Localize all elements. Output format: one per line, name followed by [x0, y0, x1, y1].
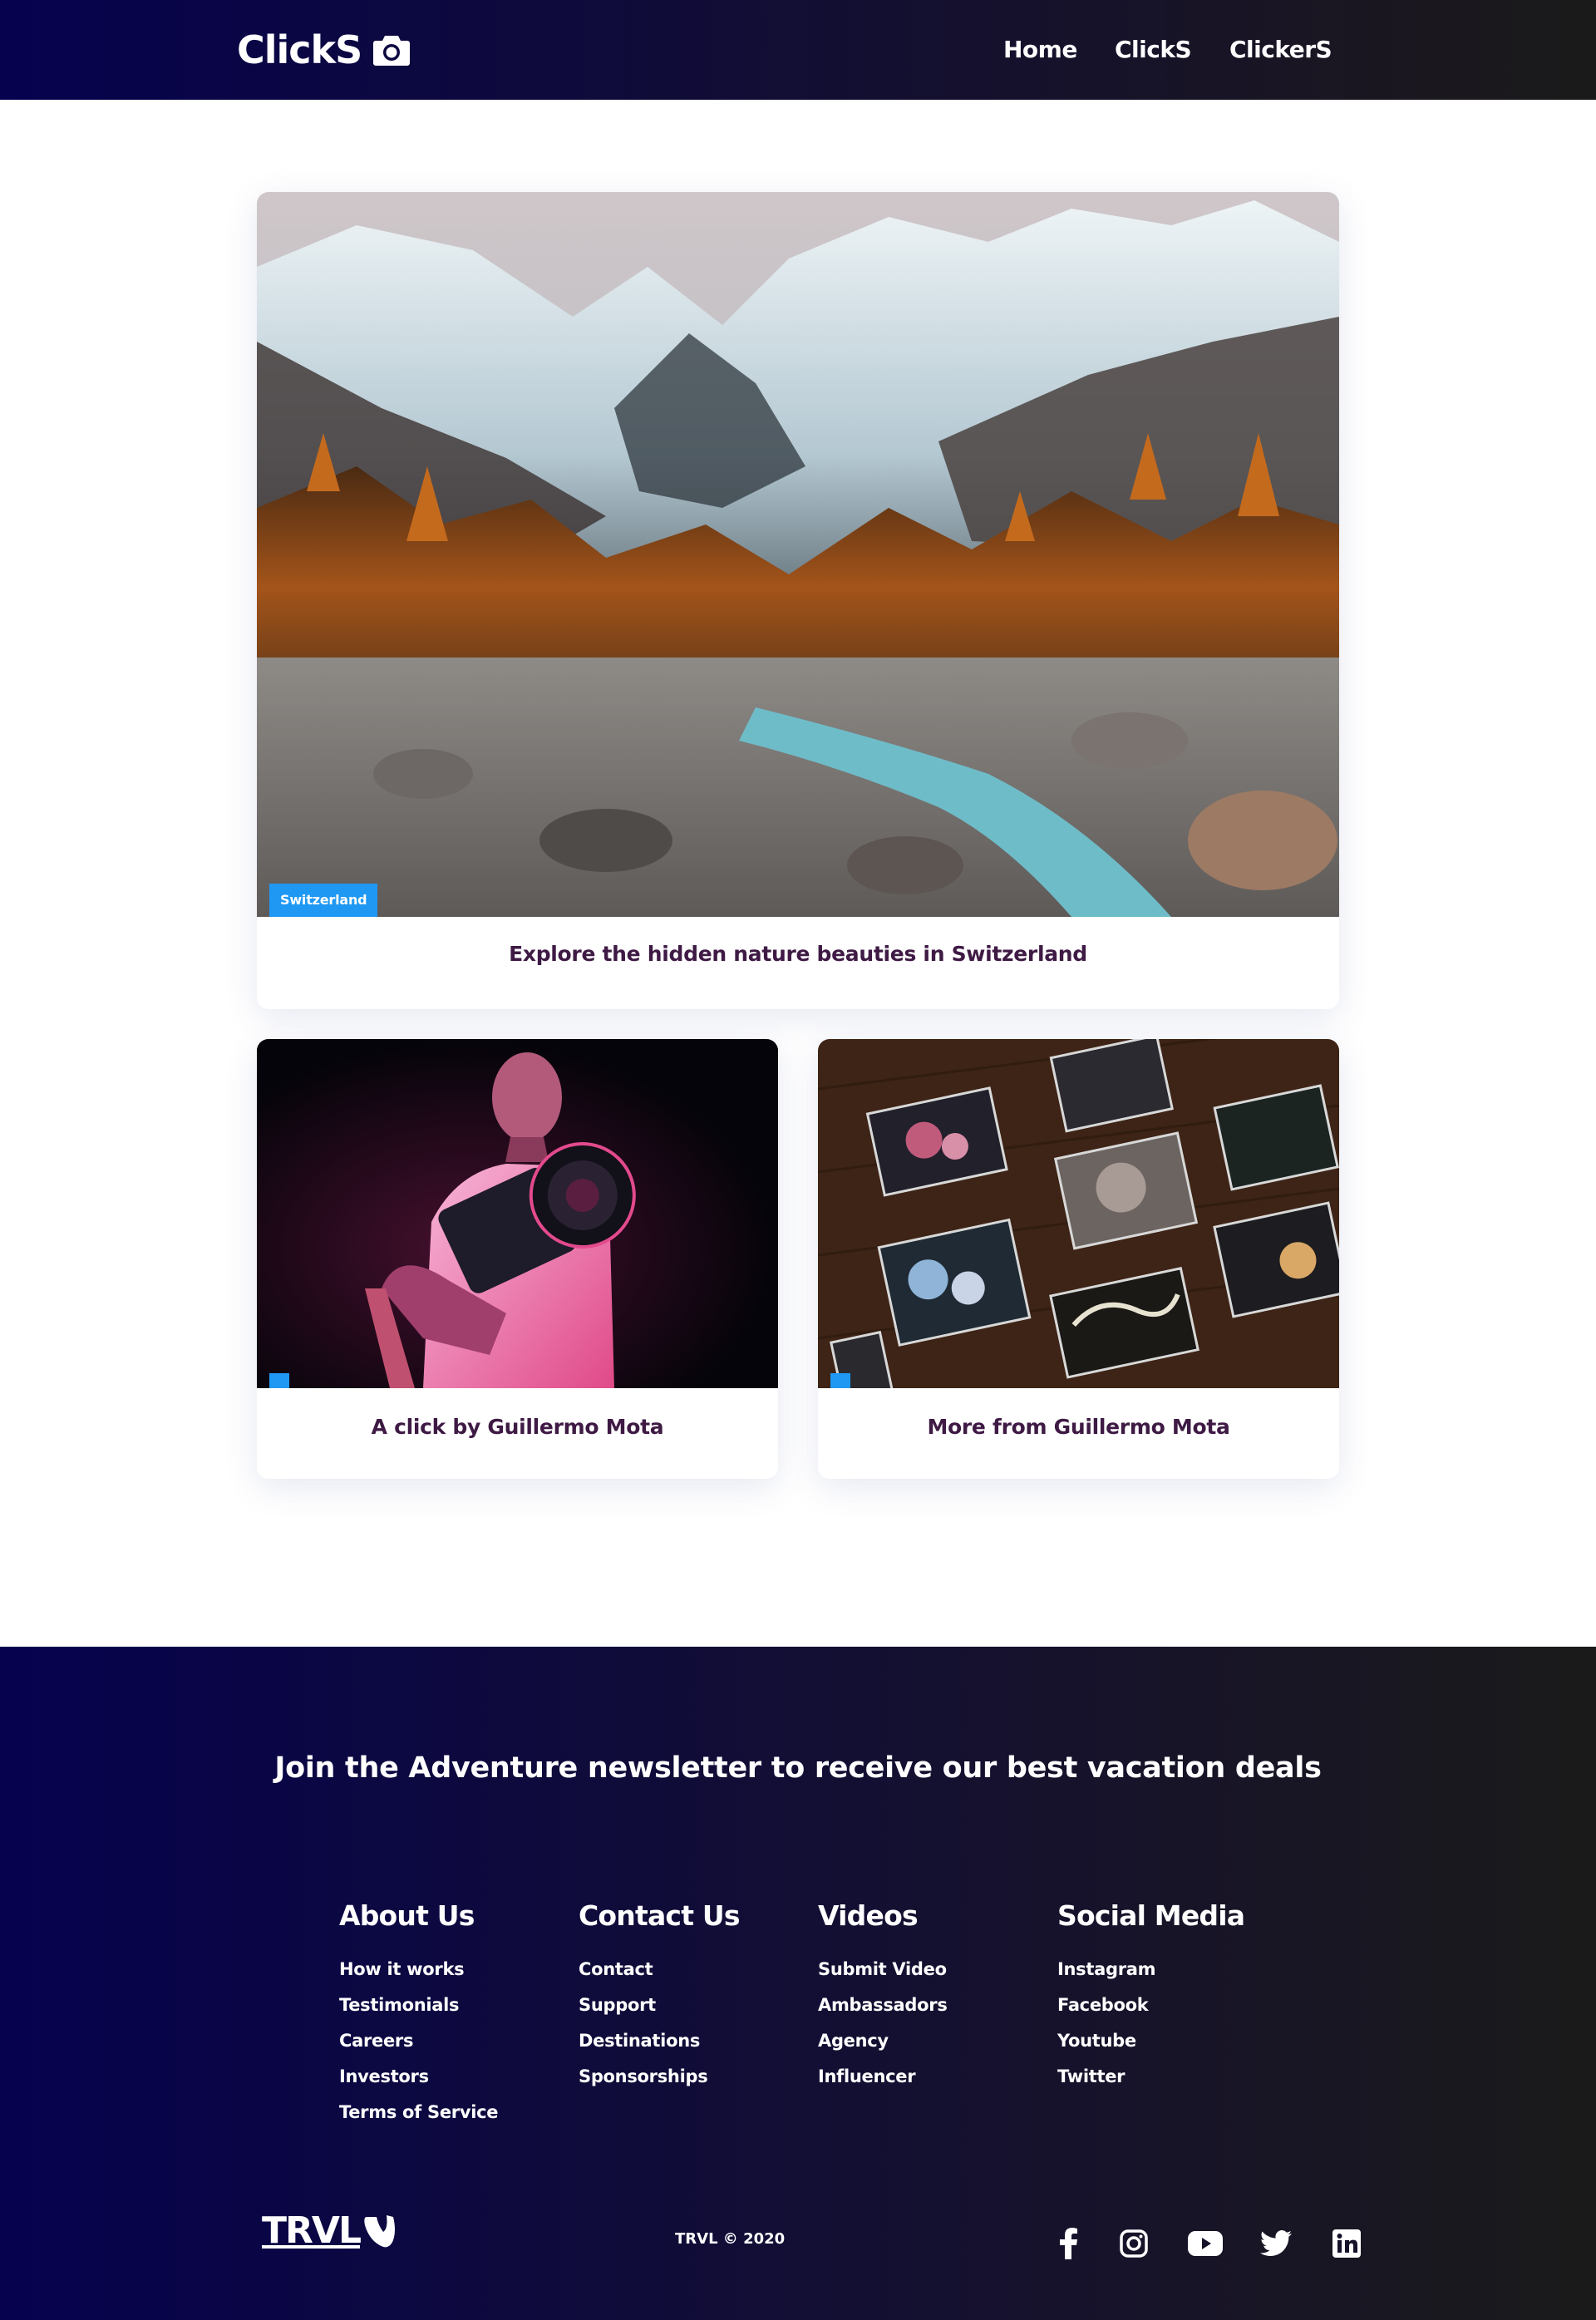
- footer-link[interactable]: Facebook: [1057, 1988, 1244, 2023]
- footer-link[interactable]: Testimonials: [339, 1988, 498, 2023]
- linkedin-icon[interactable]: [1330, 2227, 1363, 2260]
- tag-marker: [830, 1373, 850, 1388]
- footer-column-title: Videos: [818, 1899, 919, 1932]
- footer: Join the Adventure newsletter to receive…: [0, 1647, 1596, 2320]
- facebook-icon[interactable]: [1052, 2227, 1086, 2260]
- featured-card[interactable]: Switzerland Explore the hidden nature be…: [257, 192, 1339, 1009]
- navbar: ClickS Home ClickS ClickerS: [0, 0, 1596, 100]
- youtube-icon[interactable]: [1187, 2227, 1224, 2260]
- footer-link[interactable]: Influencer: [818, 2059, 948, 2095]
- footer-column-contact: Contact Us Contact Support Destinations …: [579, 1899, 741, 2095]
- footer-column-title: Social Media: [1057, 1899, 1245, 1932]
- tag-marker: [269, 1373, 289, 1388]
- footer-link[interactable]: Terms of Service: [339, 2095, 499, 2130]
- nav-clickers-link[interactable]: ClickerS: [1229, 33, 1332, 66]
- card-caption[interactable]: More from Guillermo Mota: [818, 1415, 1339, 1439]
- nav-links: Home ClickS ClickerS: [0, 33, 1596, 66]
- footer-link[interactable]: Ambassadors: [818, 1988, 948, 2023]
- footer-column-title: About Us: [339, 1899, 475, 1932]
- footer-link[interactable]: Contact: [579, 1952, 740, 1988]
- footer-link[interactable]: Submit Video: [818, 1952, 948, 1988]
- social-icons: [0, 2227, 1596, 2260]
- location-tag[interactable]: Switzerland: [269, 884, 378, 917]
- newsletter-heading: Join the Adventure newsletter to receive…: [274, 1751, 1322, 1785]
- footer-link[interactable]: Instagram: [1057, 1952, 1244, 1988]
- footer-link[interactable]: Support: [579, 1988, 740, 2023]
- nav-home-link[interactable]: Home: [1003, 33, 1077, 66]
- footer-link[interactable]: Youtube: [1057, 2023, 1244, 2059]
- instagram-icon[interactable]: [1117, 2227, 1150, 2260]
- footer-link[interactable]: Sponsorships: [579, 2059, 740, 2095]
- twitter-icon[interactable]: [1259, 2227, 1293, 2260]
- footer-column-about: About Us How it works Testimonials Caree…: [339, 1899, 499, 2130]
- photo-card[interactable]: A click by Guillermo Mota: [257, 1039, 778, 1479]
- nav-clicks-link[interactable]: ClickS: [1115, 33, 1192, 66]
- footer-link[interactable]: How it works: [339, 1952, 498, 1988]
- footer-link[interactable]: Destinations: [579, 2023, 740, 2059]
- card-caption[interactable]: Explore the hidden nature beauties in Sw…: [257, 942, 1339, 966]
- footer-column-videos: Videos Submit Video Ambassadors Agency I…: [818, 1899, 948, 2095]
- footer-column-social: Social Media Instagram Facebook Youtube …: [1057, 1899, 1245, 2095]
- photo-card[interactable]: More from Guillermo Mota: [818, 1039, 1339, 1479]
- footer-link[interactable]: Investors: [339, 2059, 498, 2095]
- footer-link[interactable]: Twitter: [1057, 2059, 1244, 2095]
- footer-link[interactable]: Agency: [818, 2023, 948, 2059]
- photographer-portrait-image: [257, 1039, 778, 1388]
- mountain-landscape-image: [257, 192, 1339, 917]
- photo-prints-image: [818, 1039, 1339, 1388]
- footer-link[interactable]: Careers: [339, 2023, 498, 2059]
- card-caption[interactable]: A click by Guillermo Mota: [257, 1415, 778, 1439]
- footer-column-title: Contact Us: [579, 1899, 741, 1932]
